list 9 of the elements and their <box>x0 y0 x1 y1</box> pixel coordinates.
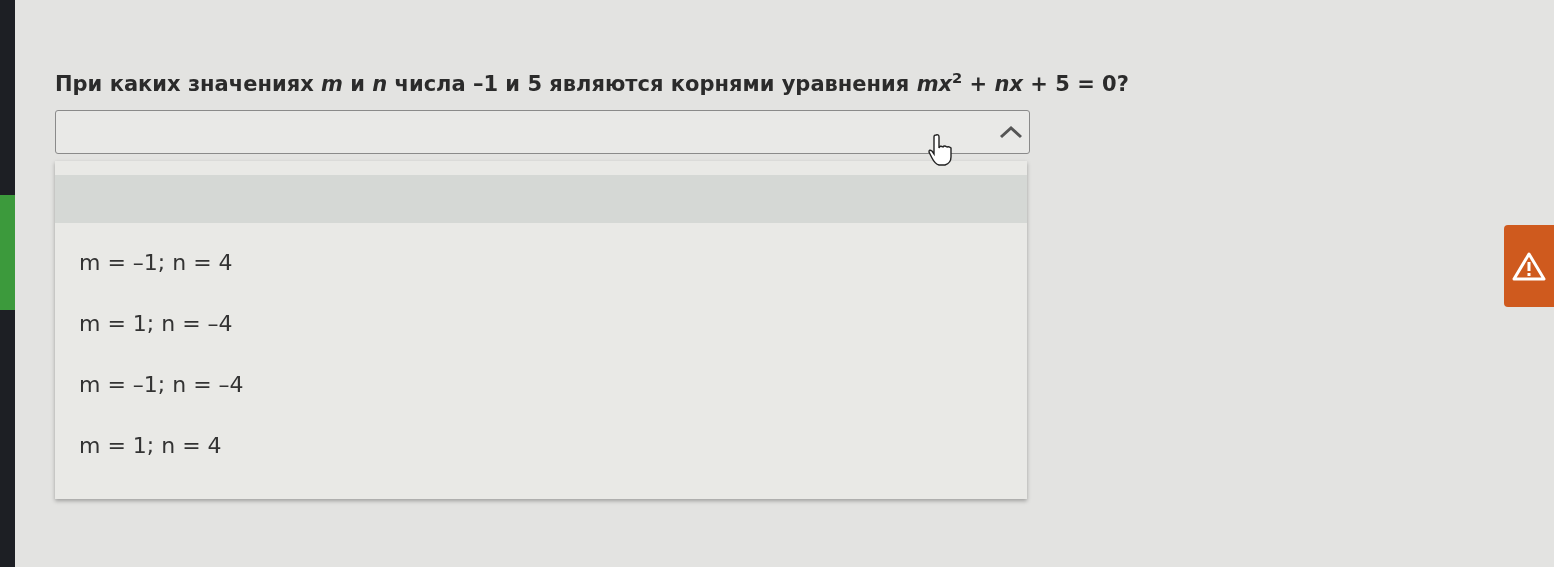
warning-icon <box>1512 251 1546 281</box>
dropdown-option[interactable]: m = –1; n = 4 <box>55 235 1027 296</box>
chevron-icon <box>999 125 1023 139</box>
dropdown-option[interactable]: m = 1; n = –4 <box>55 296 1027 357</box>
question-text: При каких значениях m и n числа –1 и 5 являются корнями уравнения mx$^{2}$ + nx + 5 = 0? <box>55 68 1129 98</box>
pointer-cursor-icon <box>928 133 954 167</box>
warning-tab[interactable] <box>1504 225 1554 307</box>
dropdown-option[interactable]: m = –1; n = –4 <box>55 357 1027 418</box>
dropdown-option[interactable]: m = 1; n = 4 <box>55 418 1027 479</box>
